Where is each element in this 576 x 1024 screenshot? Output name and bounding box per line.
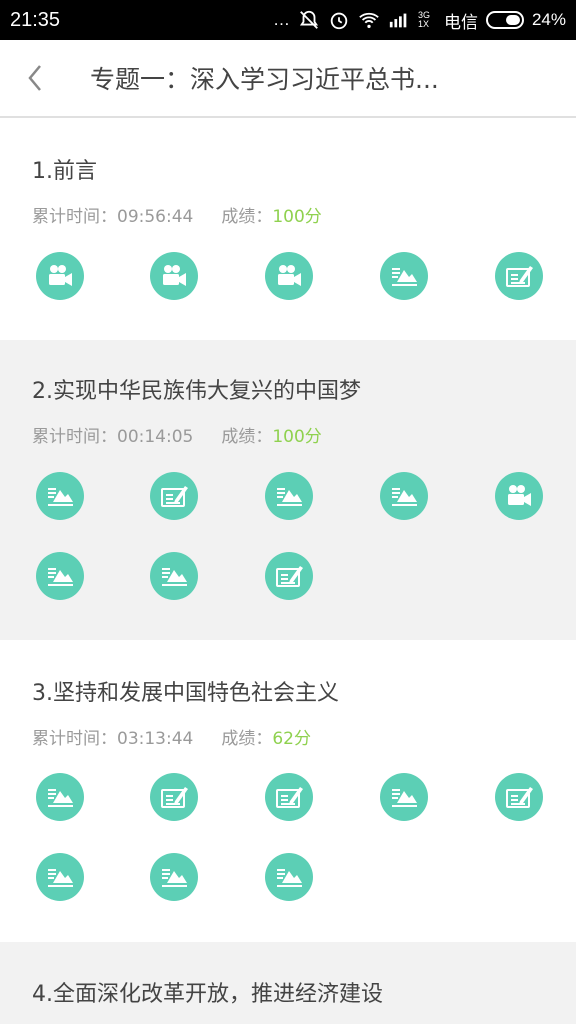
exam-resource-button[interactable]: [150, 472, 198, 520]
article-icon: [159, 862, 189, 892]
chapter-section: 4.全面深化改革开放，推进经济建设: [0, 942, 576, 1024]
article-resource-button[interactable]: [265, 472, 313, 520]
chapter-meta: 累计时间：00:14:05 成绩：100分: [32, 427, 322, 447]
video-icon: [274, 261, 304, 291]
article-resource-button[interactable]: [150, 552, 198, 600]
cumulative-time: 09:56:44: [117, 207, 194, 227]
exam-icon: [504, 782, 534, 812]
article-resource-button[interactable]: [380, 472, 428, 520]
article-icon: [389, 481, 419, 511]
article-icon: [389, 782, 419, 812]
wifi-icon: [358, 9, 380, 31]
exam-icon: [159, 782, 189, 812]
chapter-title: 4.全面深化改革开放，推进经济建设: [32, 982, 383, 1007]
exam-resource-button[interactable]: [495, 252, 543, 300]
status-icons: … 3G 1X 电信 24%: [273, 8, 566, 33]
chapter-meta: 累计时间：09:56:44 成绩：100分: [32, 207, 322, 227]
article-resource-button[interactable]: [36, 853, 84, 901]
article-icon: [389, 261, 419, 291]
article-icon: [159, 561, 189, 591]
article-resource-button[interactable]: [265, 853, 313, 901]
score-value: 62分: [272, 729, 311, 749]
chapter-title: 1.前言: [32, 159, 97, 184]
score-value: 100分: [272, 427, 322, 447]
alarm-icon: [328, 9, 350, 31]
video-icon: [159, 261, 189, 291]
mute-icon: [298, 9, 320, 31]
chapter-section: 1.前言 累计时间：09:56:44 成绩：100分: [0, 120, 576, 340]
video-icon: [504, 481, 534, 511]
chapter-section: 2.实现中华民族伟大复兴的中国梦 累计时间：00:14:05 成绩：100分: [0, 340, 576, 640]
video-resource-button[interactable]: [495, 472, 543, 520]
article-resource-button[interactable]: [380, 252, 428, 300]
article-resource-button[interactable]: [150, 853, 198, 901]
exam-resource-button[interactable]: [495, 773, 543, 821]
article-icon: [45, 481, 75, 511]
exam-resource-button[interactable]: [265, 773, 313, 821]
article-resource-button[interactable]: [36, 552, 84, 600]
exam-icon: [274, 782, 304, 812]
more-icon: …: [272, 10, 290, 29]
battery-icon: [485, 11, 524, 29]
article-icon: [45, 862, 75, 892]
exam-icon: [274, 561, 304, 591]
exam-resource-button[interactable]: [265, 552, 313, 600]
article-icon: [45, 561, 75, 591]
chapter-title: 3.坚持和发展中国特色社会主义: [32, 681, 339, 706]
chapter-meta: 累计时间：03:13:44 成绩：62分: [32, 729, 311, 749]
battery-level: 24%: [531, 10, 566, 29]
chapter-title: 2.实现中华民族伟大复兴的中国梦: [32, 379, 361, 404]
video-icon: [45, 261, 75, 291]
article-resource-button[interactable]: [36, 773, 84, 821]
video-resource-button[interactable]: [150, 252, 198, 300]
back-button[interactable]: [0, 39, 70, 117]
exam-icon: [159, 481, 189, 511]
video-resource-button[interactable]: [36, 252, 84, 300]
article-icon: [274, 862, 304, 892]
cumulative-time: 03:13:44: [117, 729, 194, 749]
score-value: 100分: [272, 207, 322, 227]
status-time: 21:35: [10, 8, 61, 31]
article-icon: [45, 782, 75, 812]
network-type: 3G 1X: [417, 10, 430, 29]
signal-icon: [388, 9, 410, 31]
exam-resource-button[interactable]: [150, 773, 198, 821]
cumulative-time: 00:14:05: [117, 427, 194, 447]
article-icon: [274, 481, 304, 511]
app-header: 专题一：深入学习习近平总书...: [0, 40, 576, 118]
page-title: 专题一：深入学习习近平总书...: [90, 65, 439, 94]
exam-icon: [504, 261, 534, 291]
status-bar: 21:35 … 3G 1X 电信 24%: [0, 0, 576, 40]
article-resource-button[interactable]: [380, 773, 428, 821]
chapter-section: 3.坚持和发展中国特色社会主义 累计时间：03:13:44 成绩：62分: [0, 640, 576, 942]
chevron-left-icon: [28, 65, 41, 91]
article-resource-button[interactable]: [36, 472, 84, 520]
video-resource-button[interactable]: [265, 252, 313, 300]
carrier: 电信: [443, 12, 478, 32]
